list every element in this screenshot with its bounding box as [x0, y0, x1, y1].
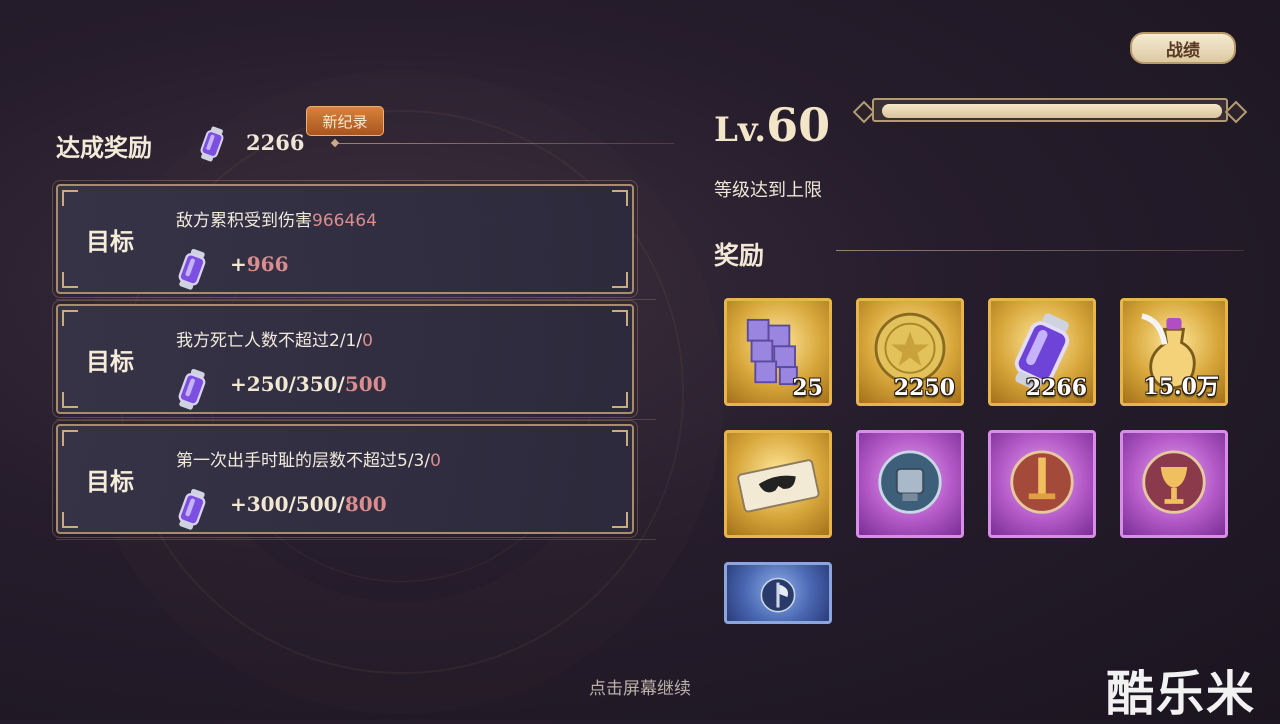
divider [56, 539, 656, 540]
goal-reward: +250/350/500 [230, 372, 387, 396]
goal-card: 目标 敌方累积受到伤害966464 +966 [52, 180, 638, 298]
achievement-value: 2266 [246, 130, 305, 155]
reward-item[interactable] [724, 430, 832, 538]
reward-quantity: 15.0万 [1143, 374, 1219, 400]
reward-item[interactable]: 2250 [856, 298, 964, 406]
reward-item[interactable] [856, 430, 964, 538]
level-progress-bar [852, 96, 1248, 124]
divider [336, 143, 674, 144]
crystal-vial-icon [178, 246, 206, 290]
divider [836, 250, 1244, 251]
reward-quantity: 2266 [1025, 375, 1087, 401]
reward-item[interactable] [988, 430, 1096, 538]
reward-item[interactable]: 15.0万 [1120, 298, 1228, 406]
new-record-badge: 新纪录 [306, 106, 384, 136]
tap-to-continue[interactable]: 点击屏幕继续 [0, 674, 1280, 699]
goal-label: 目标 [86, 227, 134, 256]
goal-label: 目标 [86, 347, 134, 376]
goal-description: 第一次出手时耻的层数不超过5/3/0 [176, 451, 441, 471]
goal-reward: +300/500/800 [230, 492, 387, 516]
reward-item[interactable]: 2266 [988, 298, 1096, 406]
crystal-vial-icon [178, 486, 206, 530]
achievement-title: 达成奖励 [56, 133, 152, 162]
divider [56, 299, 656, 300]
reward-item[interactable] [1120, 430, 1228, 538]
goal-card: 目标 第一次出手时耻的层数不超过5/3/0 +300/500/800 [52, 420, 638, 538]
goal-description: 敌方累积受到伤害966464 [176, 211, 377, 231]
crystal-vial-icon [200, 124, 224, 164]
reward-quantity: 2250 [893, 375, 955, 401]
divider [56, 419, 656, 420]
goal-reward: +966 [230, 252, 289, 276]
reward-item[interactable]: 25 [724, 298, 832, 406]
watermark: 酷乐米 [1106, 666, 1257, 722]
reward-item[interactable] [724, 562, 832, 624]
level-display: Lv.60 [714, 98, 831, 152]
battle-record-button[interactable]: 战绩 [1130, 32, 1236, 64]
goal-description: 我方死亡人数不超过2/1/0 [176, 331, 373, 351]
rewards-title: 奖励 [714, 241, 765, 270]
crystal-vial-icon [178, 366, 206, 410]
goal-label: 目标 [86, 467, 134, 496]
level-max-text: 等级达到上限 [714, 180, 822, 201]
reward-quantity: 25 [792, 375, 823, 401]
goal-card: 目标 我方死亡人数不超过2/1/0 +250/350/500 [52, 300, 638, 418]
level-progress-fill [882, 104, 1222, 118]
